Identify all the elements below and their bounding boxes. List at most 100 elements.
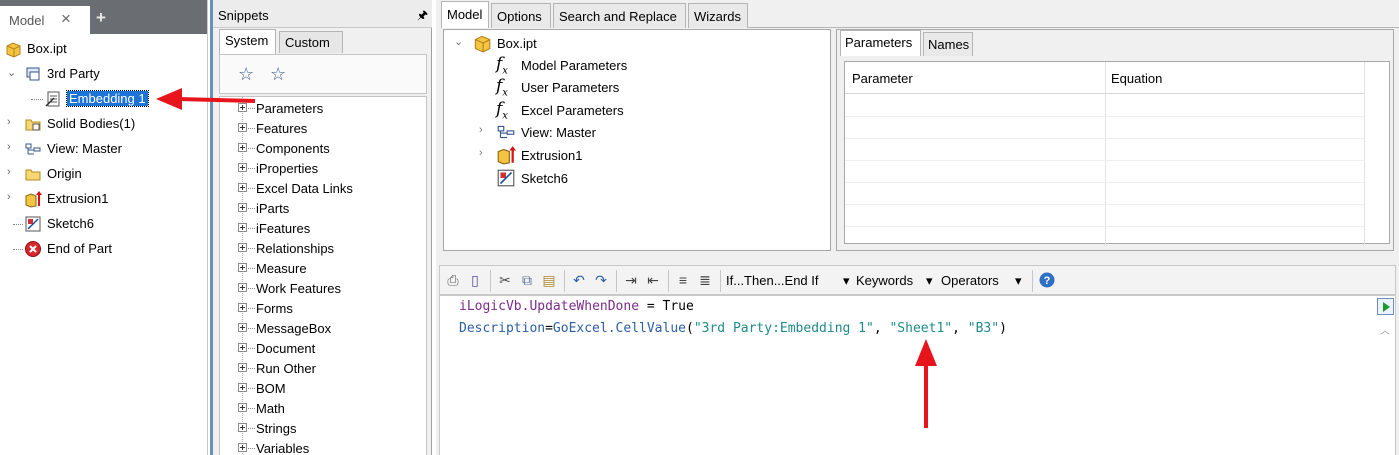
tree-item-sketch6[interactable]: Sketch6 <box>444 167 824 189</box>
redo-icon[interactable]: ↷ <box>592 271 610 289</box>
edit-snippet-icon[interactable]: ☆ <box>270 64 286 85</box>
tab-search-and-replace[interactable]: Search and Replace <box>553 3 686 28</box>
expand-icon[interactable] <box>238 143 247 152</box>
expand-icon[interactable] <box>238 183 247 192</box>
chevron-right-icon[interactable]: › <box>7 166 11 178</box>
comment-icon[interactable]: ≡ <box>674 271 692 289</box>
copy-icon[interactable]: ⧉ <box>518 271 536 289</box>
tree-item-user-parameters[interactable]: fx User Parameters <box>444 76 824 98</box>
expand-icon[interactable] <box>238 383 247 392</box>
column-header-equation[interactable]: Equation <box>1111 71 1162 86</box>
tree-item-label: Embedding 1 <box>66 90 149 107</box>
tab-custom[interactable]: Custom <box>279 31 343 53</box>
expand-icon[interactable] <box>238 203 247 212</box>
expand-icon[interactable] <box>238 443 247 452</box>
solid-bodies-icon <box>25 119 41 131</box>
favorite-snippet-icon[interactable]: ☆ <box>238 64 254 85</box>
tree-item-view-master[interactable]: › View: Master <box>444 121 824 143</box>
sketch-icon <box>25 216 41 232</box>
chevron-right-icon[interactable]: › <box>479 147 483 159</box>
chevron-down-icon[interactable]: ⌄ <box>454 35 463 48</box>
parameters-grid[interactable]: Parameter Equation <box>844 61 1390 245</box>
help-icon[interactable]: ? <box>1038 271 1056 289</box>
tree-item-3rd-party[interactable]: ⌄ 3rd Party <box>0 63 207 85</box>
tree-item-label: Extrusion1 <box>47 191 109 206</box>
expand-icon[interactable] <box>238 343 247 352</box>
expand-icon[interactable] <box>238 243 247 252</box>
tab-model[interactable]: Model <box>441 1 489 28</box>
uncomment-icon[interactable]: ≣ <box>696 271 714 289</box>
grid-column-divider <box>1105 62 1106 245</box>
keywords-dropdown-arrow[interactable]: ▾ <box>843 273 850 289</box>
tree-item-sketch6[interactable]: Sketch6 <box>0 213 207 235</box>
part-icon <box>474 35 491 53</box>
tab-options[interactable]: Options <box>491 3 551 28</box>
tree-item-solid-bodies[interactable]: › Solid Bodies(1) <box>0 113 207 135</box>
expand-icon[interactable] <box>238 123 247 132</box>
indent-icon[interactable]: ⇥ <box>622 271 640 289</box>
pin-icon[interactable]: 🖈 <box>417 6 428 27</box>
editor-model-tree: ⌄ Box.ipt fx Model Parameters fx User Pa… <box>443 29 831 251</box>
tree-item-end-of-part[interactable]: End of Part <box>0 238 207 260</box>
tree-item-box-ipt[interactable]: ⌄ Box.ipt <box>444 32 824 54</box>
tab-parameters[interactable]: Parameters <box>840 30 921 56</box>
expand-icon[interactable] <box>238 403 247 412</box>
outdent-icon[interactable]: ⇤ <box>644 271 662 289</box>
add-tab-icon[interactable]: + <box>96 8 106 28</box>
function-icon: fx <box>496 99 508 122</box>
tree-item-box-ipt[interactable]: Box.ipt <box>0 38 207 60</box>
paste-icon[interactable]: ▤ <box>540 271 558 289</box>
tree-item-model-parameters[interactable]: fx Model Parameters <box>444 54 824 76</box>
expand-icon[interactable] <box>238 323 247 332</box>
expand-icon[interactable] <box>238 223 247 232</box>
end-of-part-icon <box>25 241 41 257</box>
undo-icon[interactable]: ↶ <box>570 271 588 289</box>
chevron-down-icon[interactable]: ⌄ <box>7 66 16 79</box>
chevron-right-icon[interactable]: › <box>7 116 11 128</box>
close-icon[interactable]: × <box>61 9 71 29</box>
tab-system[interactable]: System <box>219 29 276 54</box>
tree-item-view-master[interactable]: › View: Master <box>0 138 207 160</box>
tree-item-excel-parameters[interactable]: fx Excel Parameters <box>444 99 824 121</box>
if-then-end-if-button[interactable]: If...Then...End If <box>726 273 819 288</box>
keywords-dropdown[interactable]: Keywords <box>856 273 913 288</box>
expand-icon[interactable] <box>238 263 247 272</box>
chevron-right-icon[interactable]: › <box>7 141 11 153</box>
code-line-1: iLogicVb.UpdateWhenDone = True <box>459 299 694 314</box>
expand-icon[interactable] <box>238 103 247 112</box>
expand-icon[interactable] <box>238 303 247 312</box>
keywords-chevron-icon[interactable]: ▾ <box>926 273 933 289</box>
tree-item-origin[interactable]: › Origin <box>0 163 207 185</box>
tab-names[interactable]: Names <box>923 32 973 56</box>
cut-icon[interactable]: ✂ <box>496 271 514 289</box>
view-icon <box>497 125 515 139</box>
run-rule-button[interactable] <box>1377 298 1394 315</box>
operators-chevron-icon[interactable]: ▾ <box>1015 273 1022 289</box>
sketch-icon <box>497 169 515 187</box>
tab-strip-line <box>748 27 1399 28</box>
tree-item-label: Extrusion1 <box>521 148 583 163</box>
expand-icon[interactable] <box>238 163 247 172</box>
expand-icon[interactable] <box>238 423 247 432</box>
scroll-up-icon[interactable]: ︿ <box>1380 322 1390 337</box>
code-editor[interactable]: iLogicVb.UpdateWhenDone = True Descripti… <box>439 295 1396 455</box>
tree-item-extrusion1[interactable]: › Extrusion1 <box>444 144 824 166</box>
svg-text:?: ? <box>1044 275 1051 287</box>
tab-wizards[interactable]: Wizards <box>688 3 748 28</box>
print-icon[interactable]: ⎙ <box>444 271 462 289</box>
grid-row-line <box>845 160 1365 161</box>
expand-icon[interactable] <box>238 363 247 372</box>
chevron-right-icon[interactable]: › <box>7 191 11 203</box>
tree-item-extrusion1[interactable]: › Extrusion1 <box>0 188 207 210</box>
third-party-icon <box>26 67 40 81</box>
tree-item-embedding-1[interactable]: Embedding 1 <box>0 88 207 110</box>
snippets-tree: Parameters Features Components iProperti… <box>219 96 427 455</box>
operators-dropdown[interactable]: Operators <box>941 273 999 288</box>
chevron-right-icon[interactable]: › <box>479 124 483 136</box>
snippets-title: Snippets <box>218 8 269 23</box>
tab-model-browser[interactable]: Model × <box>0 6 90 34</box>
tree-item-label: Origin <box>47 166 82 181</box>
print-preview-icon[interactable]: ▯ <box>466 271 484 289</box>
column-header-parameter[interactable]: Parameter <box>852 71 913 86</box>
expand-icon[interactable] <box>238 283 247 292</box>
